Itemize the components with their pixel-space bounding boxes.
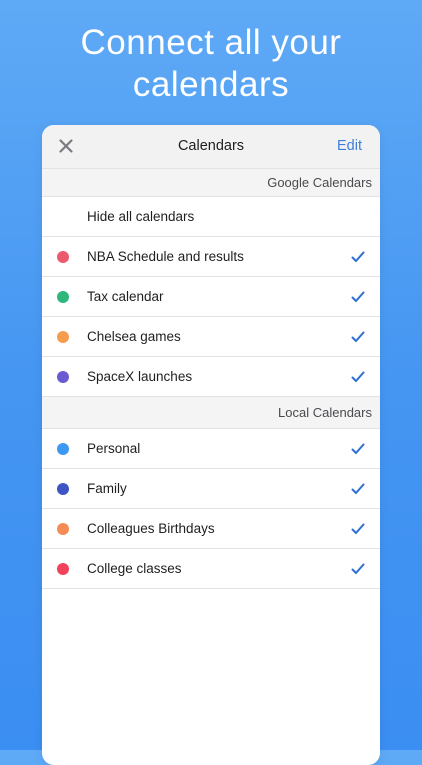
color-dot-icon — [57, 291, 69, 303]
promo-line-1: Connect all your — [80, 23, 342, 62]
color-dot-icon — [57, 483, 69, 495]
calendar-label: SpaceX launches — [87, 369, 193, 384]
calendar-row-family[interactable]: Family — [42, 469, 380, 509]
calendar-label: College classes — [87, 561, 182, 576]
checkmark-icon — [351, 562, 365, 576]
checkmark-icon — [351, 442, 365, 456]
checkmark-icon — [351, 370, 365, 384]
color-dot-icon — [57, 371, 69, 383]
navigation-bar: Calendars Edit — [42, 125, 380, 169]
calendar-row-personal[interactable]: Personal — [42, 429, 380, 469]
hide-all-calendars-label: Hide all calendars — [87, 209, 195, 224]
checkmark-icon — [351, 522, 365, 536]
calendar-label: NBA Schedule and results — [87, 249, 244, 264]
calendar-row-chelsea[interactable]: Chelsea games — [42, 317, 380, 357]
color-dot-icon — [57, 331, 69, 343]
calendar-label: Family — [87, 481, 127, 496]
calendar-row-colleagues-birthdays[interactable]: Colleagues Birthdays — [42, 509, 380, 549]
color-dot-icon — [57, 523, 69, 535]
section-header-local: Local Calendars — [42, 397, 380, 429]
color-dot-icon — [57, 251, 69, 263]
checkmark-icon — [351, 250, 365, 264]
color-dot-icon — [57, 563, 69, 575]
color-dot-icon — [57, 443, 69, 455]
calendar-label: Personal — [87, 441, 141, 456]
calendar-row-spacex[interactable]: SpaceX launches — [42, 357, 380, 397]
promo-headline: Connect all your calendars — [0, 22, 422, 106]
calendar-row-college-classes[interactable]: College classes — [42, 549, 380, 589]
calendar-label: Chelsea games — [87, 329, 181, 344]
calendar-label: Tax calendar — [87, 289, 164, 304]
calendar-row-nba[interactable]: NBA Schedule and results — [42, 237, 380, 277]
checkmark-icon — [351, 330, 365, 344]
checkmark-icon — [351, 290, 365, 304]
promo-line-2: calendars — [132, 65, 290, 104]
calendars-screen: Calendars Edit Google Calendars Hide all… — [42, 125, 380, 765]
hide-all-calendars-row[interactable]: Hide all calendars — [42, 197, 380, 237]
checkmark-icon — [351, 482, 365, 496]
section-header-google: Google Calendars — [42, 169, 380, 197]
edit-button[interactable]: Edit — [337, 138, 362, 154]
page-title: Calendars — [177, 138, 245, 154]
calendar-row-tax[interactable]: Tax calendar — [42, 277, 380, 317]
calendar-label: Colleagues Birthdays — [87, 521, 215, 536]
